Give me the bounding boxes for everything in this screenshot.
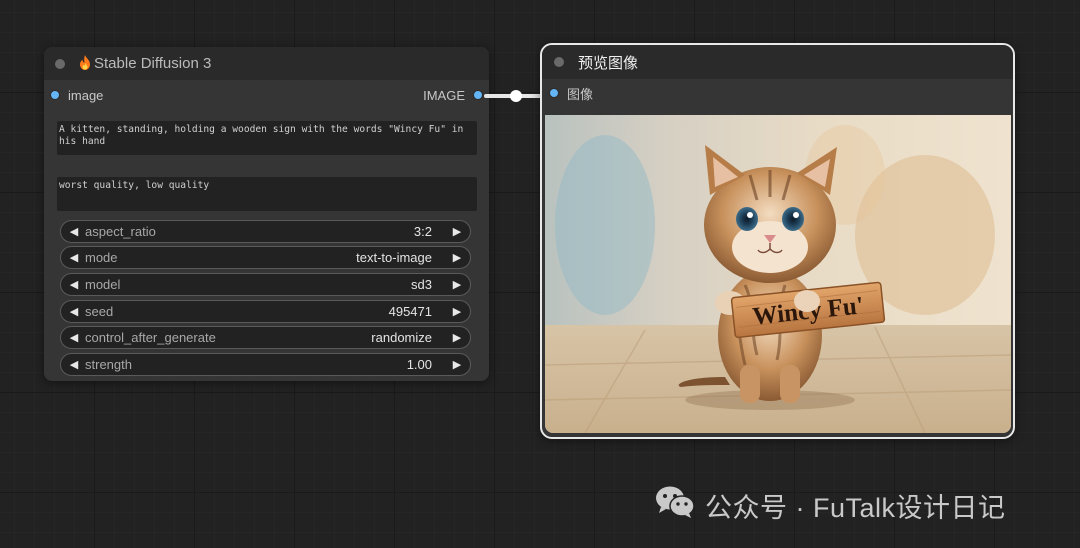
decrement-arrow-icon[interactable]: ◀ — [65, 331, 83, 344]
positive-prompt-textarea[interactable]: A kitten, standing, holding a wooden sig… — [57, 121, 477, 155]
widget-label: control_after_generate — [85, 330, 216, 345]
input-connector-icon[interactable] — [50, 90, 60, 100]
decrement-arrow-icon[interactable]: ◀ — [65, 225, 83, 238]
widget-aspect-ratio[interactable]: ◀ aspect_ratio 3:2 ▶ — [60, 220, 471, 243]
kitten-photo: Wincy Fu' — [545, 115, 1011, 433]
widget-label: mode — [85, 250, 118, 265]
widget-value: randomize — [371, 330, 432, 345]
widget-value: sd3 — [411, 277, 432, 292]
output-slot-image[interactable]: IMAGE — [423, 88, 483, 103]
decrement-arrow-icon[interactable]: ◀ — [65, 358, 83, 371]
increment-arrow-icon[interactable]: ▶ — [448, 225, 466, 238]
widget-mode[interactable]: ◀ mode text-to-image ▶ — [60, 246, 471, 269]
input-connector-icon[interactable] — [549, 88, 559, 98]
widget-model[interactable]: ◀ model sd3 ▶ — [60, 273, 471, 296]
increment-arrow-icon[interactable]: ▶ — [448, 278, 466, 291]
widget-label: model — [85, 277, 121, 292]
increment-arrow-icon[interactable]: ▶ — [448, 251, 466, 264]
collapse-dot-icon[interactable] — [55, 58, 65, 69]
input-slot-image[interactable]: image — [50, 88, 103, 103]
widget-label: strength — [85, 357, 132, 372]
stable-diffusion-3-node[interactable]: Stable Diffusion 3 image IMAGE A kitten,… — [44, 47, 489, 381]
widget-label: seed — [85, 304, 114, 319]
node-title: 预览图像 — [578, 54, 639, 72]
widget-label: aspect_ratio — [85, 224, 156, 239]
output-slot-label: IMAGE — [423, 87, 465, 103]
widget-value: text-to-image — [356, 250, 432, 265]
decrement-arrow-icon[interactable]: ◀ — [65, 251, 83, 264]
preview-image: Wincy Fu' — [545, 115, 1011, 433]
input-slot-image[interactable]: 图像 — [549, 83, 593, 103]
output-connector-icon[interactable] — [473, 90, 483, 100]
widget-value: 3:2 — [413, 224, 432, 239]
slot-row: image IMAGE — [44, 80, 489, 110]
widget-control-after-generate[interactable]: ◀ control_after_generate randomize ▶ — [60, 326, 471, 349]
preview-image-node[interactable]: 预览图像 图像 Wincy Fu' — [540, 43, 1015, 439]
watermark: 公众号 · FuTalk设计日记 — [655, 485, 1006, 526]
link-midpoint-handle[interactable] — [510, 90, 522, 102]
increment-arrow-icon[interactable]: ▶ — [448, 331, 466, 344]
node-header[interactable]: 预览图像 — [542, 45, 1013, 79]
increment-arrow-icon[interactable]: ▶ — [448, 305, 466, 318]
input-slot-label: image — [68, 87, 104, 103]
node-header[interactable]: Stable Diffusion 3 — [44, 47, 489, 80]
widget-seed[interactable]: ◀ seed 495471 ▶ — [60, 300, 471, 323]
decrement-arrow-icon[interactable]: ◀ — [65, 305, 83, 318]
fire-icon — [79, 54, 91, 73]
collapse-dot-icon[interactable] — [554, 57, 564, 67]
node-title: Stable Diffusion 3 — [94, 55, 212, 72]
negative-prompt-textarea[interactable]: worst quality, low quality — [57, 177, 477, 211]
watermark-text: 公众号 · FuTalk设计日记 — [705, 493, 1006, 523]
widget-strength[interactable]: ◀ strength 1.00 ▶ — [60, 353, 471, 376]
wechat-icon — [655, 485, 695, 526]
input-slot-label: 图像 — [567, 86, 594, 102]
widget-value: 495471 — [388, 304, 432, 319]
increment-arrow-icon[interactable]: ▶ — [448, 358, 466, 371]
decrement-arrow-icon[interactable]: ◀ — [65, 278, 83, 291]
widget-value: 1.00 — [406, 357, 432, 372]
